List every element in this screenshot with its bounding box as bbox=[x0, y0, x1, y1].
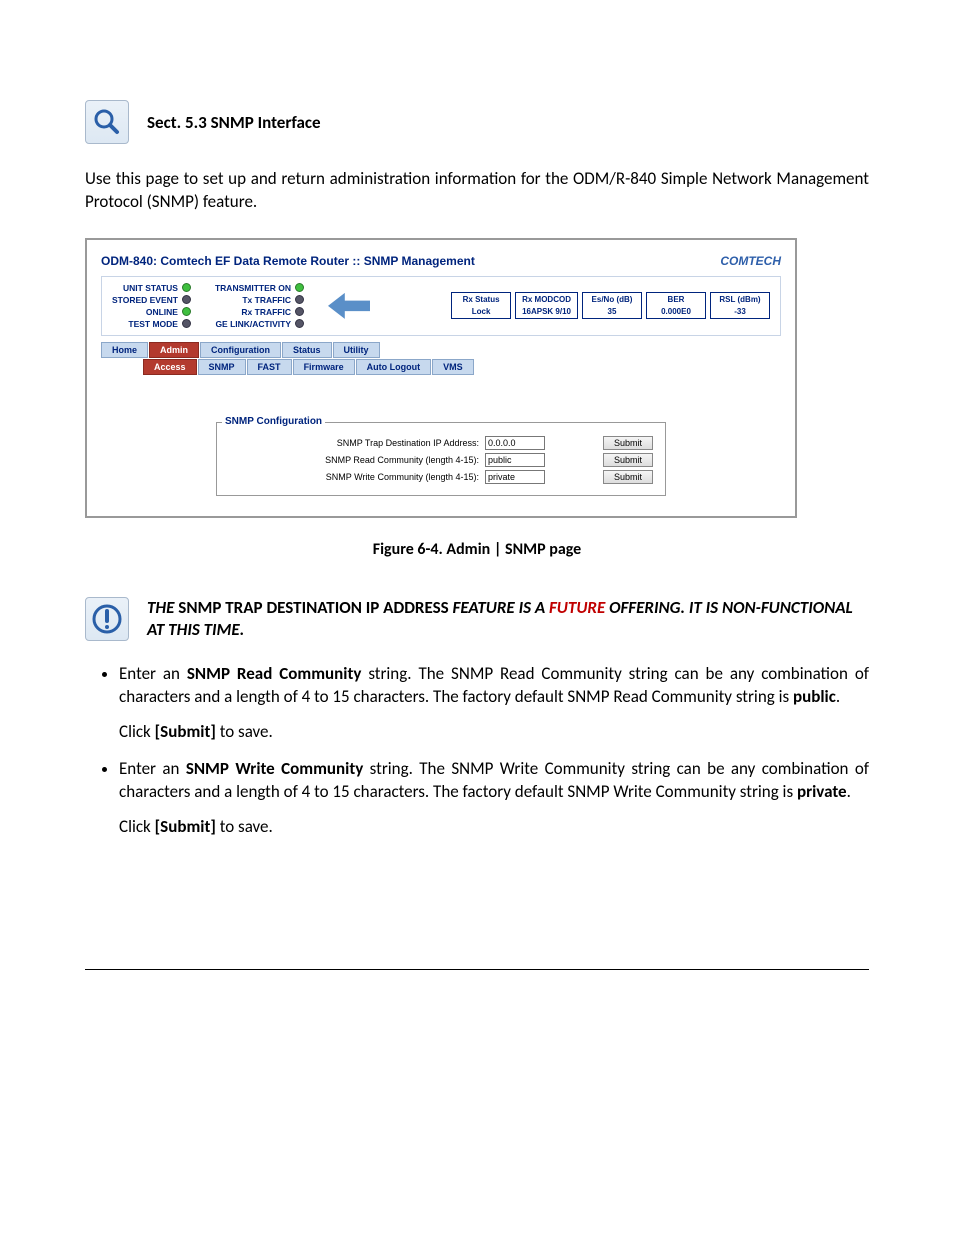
subtab-snmp[interactable]: SNMP bbox=[198, 359, 246, 375]
magnifier-icon bbox=[85, 100, 129, 144]
submit-read-comm[interactable]: Submit bbox=[603, 453, 653, 467]
read-comm-label: SNMP Read Community (length 4-15): bbox=[325, 455, 479, 465]
intro-paragraph: Use this page to set up and return admin… bbox=[85, 168, 869, 214]
bullet-write-community: Enter an SNMP Write Community string. Th… bbox=[119, 758, 869, 839]
sub-tabs: Access SNMP FAST Firmware Auto Logout VM… bbox=[143, 359, 781, 375]
read-comm-input[interactable] bbox=[485, 453, 545, 467]
comtech-logo: COMTECH bbox=[720, 254, 781, 268]
panel-title: SNMP Configuration bbox=[222, 416, 325, 427]
subtab-vms[interactable]: VMS bbox=[432, 359, 474, 375]
section-heading: Sect. 5.3 SNMP Interface bbox=[147, 112, 321, 133]
alert-icon bbox=[85, 597, 129, 641]
submit-trap-ip[interactable]: Submit bbox=[603, 436, 653, 450]
write-comm-label: SNMP Write Community (length 4-15): bbox=[326, 472, 479, 482]
main-tabs: Home Admin Configuration Status Utility bbox=[101, 342, 781, 358]
bullet-read-community: Enter an SNMP Read Community string. The… bbox=[119, 663, 869, 744]
tab-utility[interactable]: Utility bbox=[333, 342, 380, 358]
subtab-firmware[interactable]: Firmware bbox=[293, 359, 355, 375]
trap-ip-label: SNMP Trap Destination IP Address: bbox=[337, 438, 479, 448]
tab-home[interactable]: Home bbox=[101, 342, 148, 358]
subtab-fast[interactable]: FAST bbox=[247, 359, 292, 375]
subtab-autologout[interactable]: Auto Logout bbox=[356, 359, 431, 375]
snmp-screenshot: ODM-840: Comtech EF Data Remote Router :… bbox=[85, 238, 797, 518]
arrow-icon bbox=[328, 293, 370, 319]
subtab-access[interactable]: Access bbox=[143, 359, 197, 375]
trap-ip-input[interactable] bbox=[485, 436, 545, 450]
status-right-column: TRANSMITTER ON Tx TRAFFIC Rx TRAFFIC GE … bbox=[215, 283, 304, 329]
tab-configuration[interactable]: Configuration bbox=[200, 342, 281, 358]
screenshot-title: ODM-840: Comtech EF Data Remote Router :… bbox=[101, 254, 475, 268]
tab-admin[interactable]: Admin bbox=[149, 342, 199, 358]
footer-divider bbox=[85, 969, 869, 970]
metric-boxes: Rx StatusLock Rx MODCOD16APSK 9/10 Es/No… bbox=[451, 292, 770, 319]
submit-write-comm[interactable]: Submit bbox=[603, 470, 653, 484]
status-left-column: UNIT STATUS STORED EVENT ONLINE TEST MOD… bbox=[112, 283, 191, 329]
tab-status[interactable]: Status bbox=[282, 342, 332, 358]
figure-caption: Figure 6-4. Admin | SNMP page bbox=[85, 540, 869, 559]
write-comm-input[interactable] bbox=[485, 470, 545, 484]
future-note: THE SNMP TRAP DESTINATION IP ADDRESS FEA… bbox=[147, 597, 869, 641]
